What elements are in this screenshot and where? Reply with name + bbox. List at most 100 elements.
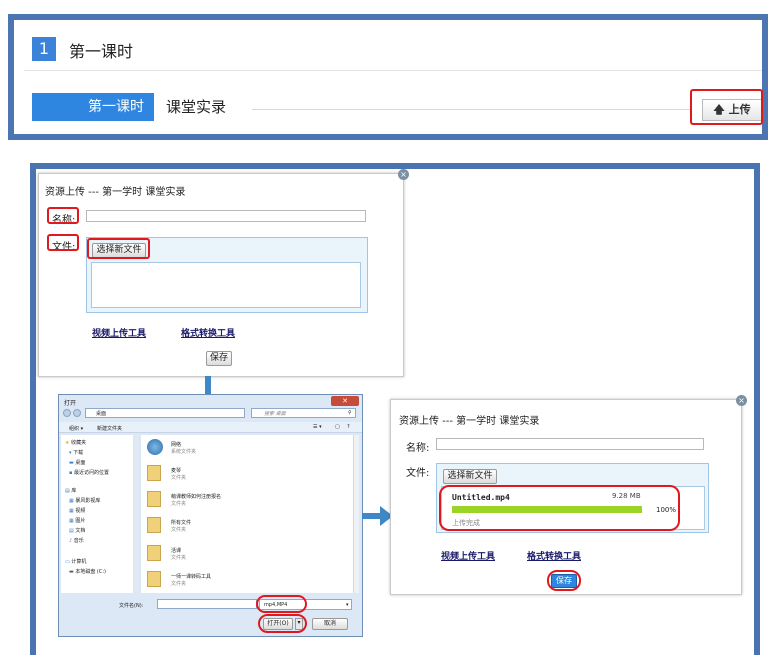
sidebar-item-local-disk[interactable]: ▬ 本地磁盘 (C:): [69, 568, 106, 575]
new-folder-button[interactable]: 新建文件夹: [97, 425, 122, 432]
list-item[interactable]: 萌课教师如何注册报名 文件夹: [147, 491, 287, 509]
folder-icon: [147, 517, 161, 533]
highlight-box: [439, 485, 680, 531]
list-item[interactable]: 活课 文件夹: [147, 545, 257, 563]
list-item[interactable]: 网络 系统文件夹: [147, 439, 257, 457]
filename-input[interactable]: [157, 599, 257, 609]
file-type: 系统文件夹: [171, 449, 197, 455]
file-name: 萌课教师如何注册报名: [171, 494, 222, 500]
file-name: 网络: [171, 442, 182, 448]
dialog-title: 资源上传 --- 第一学时 课堂实录: [399, 416, 540, 427]
sidebar-scrollbar[interactable]: [135, 435, 138, 593]
search-placeholder: 搜索 桌面: [264, 411, 286, 417]
sidebar-item-music[interactable]: ♪ 音乐: [69, 537, 84, 544]
upload-complete-dialog: 资源上传 --- 第一学时 课堂实录 × 名称: 文件: 选择新文件 Untit…: [390, 395, 747, 595]
file-type: 文件夹: [171, 527, 187, 533]
close-icon[interactable]: ✕: [331, 396, 359, 406]
name-input[interactable]: [86, 210, 366, 222]
filename-label: 文件名(N):: [119, 603, 144, 609]
format-convert-tool-link[interactable]: 格式转换工具: [181, 326, 235, 339]
folder-icon: [147, 465, 161, 481]
course-number-badge: 1: [32, 37, 56, 61]
close-icon[interactable]: ×: [398, 169, 409, 180]
address-bar[interactable]: 桌面: [85, 408, 245, 418]
view-icon[interactable]: ☰ ▾: [313, 424, 322, 430]
file-open-dialog: 打开 ✕ 桌面 搜索 桌面 ⚲ 组织 ▾ 新建文件夹 ☰ ▾ ▢ ? ★ 收藏夹…: [58, 394, 363, 637]
save-button[interactable]: 保存: [206, 351, 232, 366]
file-type: 文件夹: [171, 581, 187, 587]
highlight-box: [258, 614, 307, 633]
folder-icon: [147, 545, 161, 561]
file-list: 网络 系统文件夹 麦琴 文件夹 萌课教师如何注册报名 文件夹 所有文件 文件夹 …: [141, 435, 353, 593]
folder-icon: [147, 491, 161, 507]
cancel-button[interactable]: 取消: [312, 618, 348, 630]
file-name: 所有文件: [171, 520, 192, 526]
video-upload-tool-link[interactable]: 视频上传工具: [441, 549, 495, 562]
sidebar-item-documents[interactable]: ▤ 文档: [69, 527, 85, 534]
back-icon[interactable]: [63, 409, 71, 417]
nav-sidebar: ★ 收藏夹 ▾ 下载 ▬ 桌面 ▪ 最近访问的位置 ▤ 库 ▦ 暴风影视库 ▦ …: [61, 435, 133, 593]
highlight-box: [47, 234, 79, 251]
sidebar-item-computer[interactable]: ▭ 计算机: [65, 558, 86, 565]
video-upload-tool-link[interactable]: 视频上传工具: [92, 326, 146, 339]
dialog-title: 打开: [64, 400, 77, 407]
highlight-box: [87, 238, 150, 259]
lesson-name: 课堂实录: [166, 98, 227, 116]
name-label: 名称:: [406, 443, 430, 454]
close-icon[interactable]: ×: [736, 395, 747, 406]
computer-icon: ▭: [65, 559, 70, 565]
highlight-box: [256, 595, 307, 613]
help-icon[interactable]: ?: [347, 424, 350, 430]
file-name: 麦琴: [171, 468, 182, 474]
list-item[interactable]: 一师一课转码工具 文件夹: [147, 571, 277, 589]
toolbar: 组织 ▾ 新建文件夹 ☰ ▾ ▢ ?: [59, 422, 362, 433]
upload-dialog: 资源上传 --- 第一学时 课堂实录 × 名称: 文件: 选择新文件 视频上传工…: [38, 169, 409, 377]
sidebar-item-downloads[interactable]: ▾ 下载: [69, 449, 83, 456]
divider: [24, 70, 762, 71]
course-header-panel: 1 第一课时 第一课时 课堂实录 🡅 上传: [8, 14, 768, 140]
folder-icon: [147, 571, 161, 587]
lesson-tag[interactable]: 第一课时: [32, 93, 154, 121]
file-name: 一师一课转码工具: [171, 574, 212, 580]
file-type: 文件夹: [171, 555, 187, 561]
video-library-icon: ▦: [69, 498, 74, 504]
organize-menu[interactable]: 组织 ▾: [69, 425, 83, 432]
search-icon: ⚲: [348, 410, 352, 416]
dialog-title: 资源上传 --- 第一学时 课堂实录: [45, 187, 186, 198]
sidebar-item-videos[interactable]: ▦ 视频: [69, 507, 85, 514]
highlight-box: [47, 207, 79, 224]
highlight-box: [690, 89, 763, 125]
sidebar-item-favorites[interactable]: ★ 收藏夹: [65, 439, 86, 446]
file-type: 文件夹: [171, 501, 187, 507]
forward-icon[interactable]: [73, 409, 81, 417]
library-icon: ▤: [65, 488, 70, 494]
file-list-scrollbar[interactable]: [353, 435, 359, 593]
star-icon: ★: [65, 440, 70, 446]
divider: [252, 109, 692, 110]
sidebar-item-libraries[interactable]: ▤ 库: [65, 487, 76, 494]
recent-icon: ▪: [69, 470, 73, 476]
download-icon: ▾: [69, 450, 72, 456]
disk-icon: ▬: [69, 569, 74, 575]
list-item[interactable]: 麦琴 文件夹: [147, 465, 257, 483]
list-item[interactable]: 所有文件 文件夹: [147, 517, 257, 535]
sidebar-item-desktop[interactable]: ▬ 桌面: [69, 459, 85, 466]
network-icon: [147, 439, 163, 455]
file-list: [91, 262, 361, 308]
format-convert-tool-link[interactable]: 格式转换工具: [527, 549, 581, 562]
choose-file-button[interactable]: 选择新文件: [443, 469, 497, 484]
highlight-box: [547, 570, 581, 591]
file-name: 活课: [171, 548, 182, 554]
preview-pane-icon[interactable]: ▢: [335, 424, 340, 430]
sidebar-item-recent[interactable]: ▪ 最近访问的位置: [69, 469, 109, 476]
file-label: 文件:: [406, 468, 430, 479]
search-input[interactable]: 搜索 桌面 ⚲: [251, 408, 356, 418]
desktop-icon: ▬: [69, 460, 74, 466]
sidebar-item-baofeng[interactable]: ▦ 暴风影视库: [69, 497, 100, 504]
music-icon: ♪: [69, 538, 73, 544]
address-path: 桌面: [96, 411, 107, 417]
sidebar-item-pictures[interactable]: ▦ 图片: [69, 517, 85, 524]
file-type: 文件夹: [171, 475, 187, 481]
picture-icon: ▦: [69, 518, 74, 524]
name-input[interactable]: [436, 438, 704, 450]
